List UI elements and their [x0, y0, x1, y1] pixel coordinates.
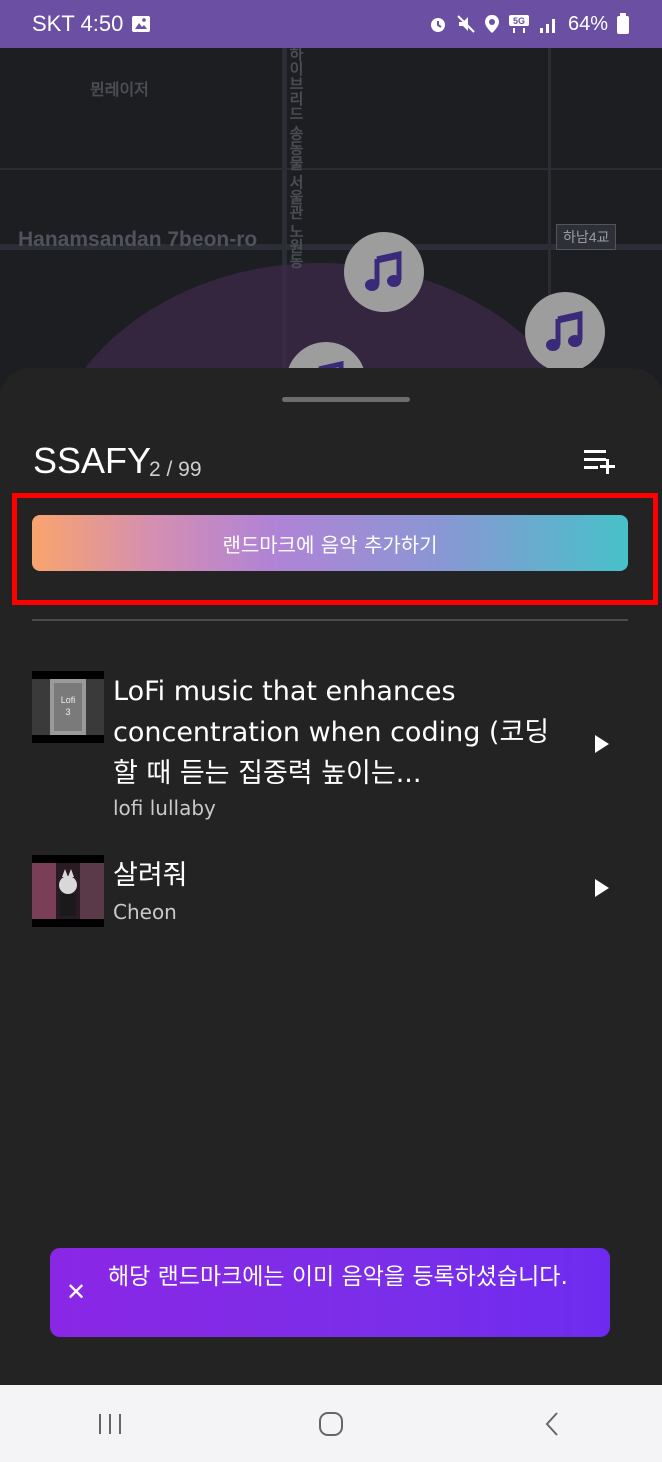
carrier-time: SKT 4:50 — [32, 11, 124, 36]
signal-icon — [539, 19, 555, 33]
svg-text:3: 3 — [65, 707, 70, 717]
track-artist: Cheon — [113, 900, 177, 924]
toast-text: 해당 랜드마크에는 이미 음악을 등록하셨습니다. — [108, 1264, 568, 1290]
album-art-icon: Lofi 3 — [32, 679, 104, 735]
add-music-to-landmark-button[interactable]: 랜드마크에 음악 추가하기 — [32, 515, 628, 571]
music-note-icon — [365, 250, 402, 291]
playlist-title: SSAFY — [33, 440, 152, 481]
5g-icon: 5G — [508, 15, 529, 33]
recent-apps-icon[interactable] — [80, 1404, 140, 1444]
music-note-icon — [546, 310, 583, 351]
playlist-count: 2 / 99 — [149, 458, 202, 481]
gallery-icon — [132, 16, 151, 32]
divider — [32, 619, 628, 621]
music-marker[interactable] — [525, 292, 605, 372]
playlist-add-icon[interactable] — [582, 446, 618, 476]
battery-icon — [617, 13, 629, 34]
system-nav-bar — [0, 1385, 662, 1462]
sheet-drag-handle[interactable] — [282, 397, 410, 402]
home-icon[interactable] — [301, 1404, 361, 1444]
map-road — [0, 168, 662, 170]
svg-text:5G: 5G — [513, 16, 525, 26]
svg-text:Lofi: Lofi — [61, 695, 76, 705]
track-item[interactable]: Lofi 3 LoFi music that enhances concentr… — [32, 671, 628, 821]
map-road-label: Hanamsandan 7beon-ro — [18, 228, 258, 251]
map-bridge-label: 하남4교 — [556, 224, 617, 250]
track-thumbnail — [32, 855, 104, 927]
toast-message: ✕ 해당 랜드마크에는 이미 음악을 등록하셨습니다. — [50, 1248, 610, 1337]
track-item[interactable]: 살려줘 Cheon — [32, 855, 628, 931]
mute-icon — [457, 15, 475, 33]
music-marker[interactable] — [344, 232, 424, 312]
track-thumbnail: Lofi 3 — [32, 671, 104, 743]
map-building-label: 뮌레이저 — [90, 82, 149, 99]
alarm-icon — [430, 18, 445, 32]
album-art-icon — [32, 863, 104, 919]
play-icon[interactable] — [595, 735, 609, 753]
playlist-bottom-sheet: SSAFY 2 / 99 랜드마크에 음악 추가하기 Lofi 3 LoFi m… — [0, 368, 662, 1385]
back-icon[interactable] — [522, 1404, 582, 1444]
track-artist: lofi lullaby — [113, 796, 216, 820]
battery-percent: 64% — [567, 12, 608, 35]
play-icon[interactable] — [595, 879, 609, 897]
track-title: 살려줘 — [113, 860, 188, 891]
location-icon — [484, 15, 499, 33]
close-icon[interactable]: ✕ — [66, 1278, 86, 1306]
map-vertical-label: 하이브리드 송동물 서울관 노원동 — [287, 48, 304, 269]
status-bar: SKT 4:50 5G 64% — [0, 0, 662, 48]
map-view[interactable]: 뮌레이저 하이브리드 송동물 서울관 노원동 Hanamsandan 7beon… — [0, 48, 662, 388]
track-title: LoFi music that enhances concentration w… — [113, 676, 550, 789]
